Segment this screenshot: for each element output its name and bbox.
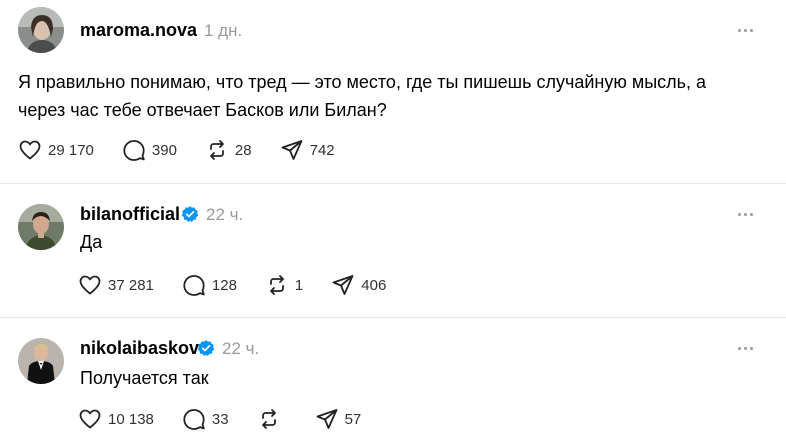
share-button[interactable]: 57 — [315, 407, 362, 431]
username[interactable]: nikolaibaskov — [80, 337, 199, 359]
thread-post-original: maroma.nova 1 дн. Я правильно понимаю, ч… — [0, 0, 786, 183]
username[interactable]: maroma.nova — [80, 19, 197, 41]
post-actions: 10 138 33 57 — [78, 407, 389, 431]
post-time[interactable]: 22 ч. — [222, 338, 259, 360]
send-icon — [316, 409, 337, 429]
like-count: 37 281 — [108, 276, 154, 294]
reply-count: 390 — [151, 141, 177, 159]
post-actions: 29 170 390 28 742 — [18, 138, 363, 162]
post-actions: 37 281 128 1 406 — [78, 273, 414, 297]
share-button[interactable]: 742 — [280, 138, 335, 162]
post-text: Получается так — [80, 368, 209, 388]
comment-icon — [123, 140, 145, 161]
like-button[interactable]: 29 170 — [18, 138, 94, 162]
comment-icon — [183, 409, 205, 430]
repost-icon — [270, 275, 284, 295]
username[interactable]: bilanofficial — [80, 203, 180, 225]
reply-count: 128 — [211, 276, 237, 294]
post-text: Да — [80, 232, 103, 252]
thread-reply: bilanofficial 22 ч. Да 37 281 128 1 406 — [0, 184, 786, 317]
comment-icon — [183, 275, 205, 296]
avatar[interactable] — [18, 7, 64, 53]
like-count: 10 138 — [108, 410, 154, 428]
more-options-button[interactable] — [733, 18, 757, 42]
post-time[interactable]: 1 дн. — [204, 20, 242, 42]
repost-button[interactable] — [257, 407, 287, 431]
repost-count: 28 — [234, 141, 252, 159]
avatar[interactable] — [18, 204, 64, 250]
heart-icon — [19, 140, 41, 160]
reply-button[interactable]: 33 — [182, 407, 229, 431]
more-options-button[interactable] — [733, 336, 757, 360]
share-count: 406 — [361, 276, 387, 294]
verified-badge-icon — [197, 339, 215, 357]
like-button[interactable]: 37 281 — [78, 273, 154, 297]
like-count: 29 170 — [48, 141, 94, 159]
reply-count: 33 — [211, 410, 229, 428]
more-options-button[interactable] — [733, 202, 757, 226]
repost-icon — [210, 140, 224, 160]
post-text: Я правильно понимаю, что тред — это мест… — [18, 72, 707, 120]
verified-badge-icon — [181, 205, 199, 223]
post-time[interactable]: 22 ч. — [206, 204, 243, 226]
send-icon — [281, 140, 303, 160]
repost-button[interactable]: 1 — [265, 273, 303, 297]
send-icon — [332, 275, 354, 295]
repost-icon — [261, 409, 276, 429]
thread-reply: nikolaibaskov 22 ч. Получается так 10 13… — [0, 318, 786, 444]
like-button[interactable]: 10 138 — [78, 407, 154, 431]
heart-icon — [79, 275, 101, 295]
avatar[interactable] — [18, 338, 64, 384]
reply-button[interactable]: 390 — [122, 138, 177, 162]
share-button[interactable]: 406 — [331, 273, 386, 297]
repost-count: 1 — [294, 276, 304, 294]
reply-button[interactable]: 128 — [182, 273, 237, 297]
share-count: 57 — [344, 410, 362, 428]
heart-icon — [79, 409, 101, 429]
share-count: 742 — [309, 141, 335, 159]
repost-button[interactable]: 28 — [205, 138, 252, 162]
